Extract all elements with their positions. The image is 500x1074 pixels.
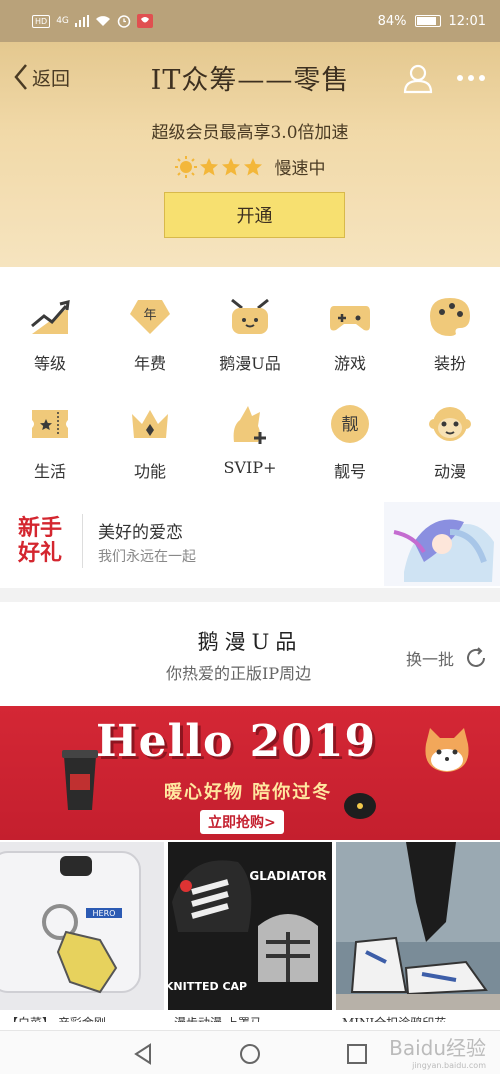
- monkey-icon: [429, 407, 471, 441]
- grid-item-label: 等级: [33, 354, 66, 373]
- pretty-number-icon: 靓: [331, 405, 369, 443]
- palette-icon: [430, 298, 470, 336]
- hello-2019-banner[interactable]: Hello 2019 暖心好物 陪你过冬 立即抢购>: [0, 706, 500, 840]
- app-notification-icon: [136, 14, 153, 28]
- star-icon: [243, 157, 262, 175]
- promo-subtitle: 我们永远在一起: [98, 549, 196, 565]
- grid-item-label: 装扮: [433, 354, 466, 373]
- grid-item-label: 靓号: [333, 462, 366, 481]
- product-card[interactable]: GLADIATOR KNITTED CAP 漫步动漫 上罩马: [168, 842, 332, 1022]
- more-icon[interactable]: [456, 74, 486, 82]
- grid-item-label: 游戏: [333, 354, 366, 373]
- banner-tagline: 暖心好物 陪你过冬: [164, 782, 333, 803]
- grid-item-game[interactable]: 游戏: [300, 280, 400, 380]
- refresh-icon: [467, 647, 485, 667]
- game-icon: [330, 306, 370, 331]
- product-card[interactable]: MINI全扣涂鸦印花: [336, 842, 500, 1022]
- svg-text:年: 年: [143, 308, 156, 323]
- grid-item-function[interactable]: 功能: [100, 388, 200, 488]
- newbie-promo[interactable]: 新手 好礼 美好的爱恋 我们永远在一起: [0, 500, 500, 588]
- grid-item-dressup[interactable]: 装扮: [400, 280, 500, 380]
- grid-item-label: 鹅漫U品: [219, 354, 281, 373]
- speed-status: 慢速中: [274, 159, 326, 179]
- banner-headline: Hello 2019: [96, 716, 377, 767]
- open-vip-button[interactable]: 开通: [164, 192, 345, 238]
- product-caption: 【白菜】 产彩金刚: [6, 1014, 106, 1022]
- product-caption: 漫步动漫 上罩马: [174, 1014, 262, 1022]
- grid-item-label: SVIP+: [223, 458, 277, 477]
- svg-text:靓: 靓: [342, 415, 359, 435]
- star-icon: [221, 157, 240, 175]
- signal-icon: [74, 15, 89, 27]
- speed-rating: 慢速中: [0, 154, 500, 179]
- svip-plus-icon: [233, 406, 266, 444]
- grid-item-anime[interactable]: 动漫: [400, 388, 500, 488]
- vip-header: 返回 IT众筹——零售 超级会员最高享3.0倍加速 慢速中 开通: [0, 42, 500, 267]
- battery-icon: [414, 15, 441, 27]
- grid-item-label: 动漫: [433, 462, 466, 481]
- crown-icon: [132, 410, 168, 438]
- refresh-label: 换一批: [405, 650, 454, 669]
- grid-item-svip-plus[interactable]: SVIP+: [200, 388, 300, 488]
- acceleration-subtitle: 超级会员最高享3.0倍加速: [151, 123, 349, 143]
- back-triangle-icon[interactable]: [132, 1043, 154, 1065]
- product-card[interactable]: HERO 【白菜】 产彩金刚: [0, 842, 164, 1022]
- svg-text:KNITTED CAP: KNITTED CAP: [168, 980, 247, 993]
- product-caption: MINI全扣涂鸦印花: [342, 1014, 446, 1022]
- grid-item-annual-fee[interactable]: 年 年费: [100, 280, 200, 380]
- annual-fee-icon: 年: [130, 300, 170, 334]
- level-icon: [31, 300, 70, 334]
- user-icon[interactable]: [402, 62, 434, 94]
- sneakers-image: [336, 842, 500, 1010]
- wifi-icon: [95, 16, 110, 26]
- battery-percent: 84%: [377, 13, 407, 29]
- grid-item-life[interactable]: 生活: [0, 388, 100, 488]
- promo-title: 美好的爱恋: [98, 523, 183, 543]
- refresh-batch-button[interactable]: 换一批: [406, 646, 488, 670]
- knitted-cap-image: GLADIATOR KNITTED CAP: [168, 842, 332, 1010]
- shiba-dog-image: [425, 728, 469, 772]
- star-icon: [199, 157, 218, 175]
- product-cards: HERO 【白菜】 产彩金刚 GLADIATOR KNITTED CAP 漫步动…: [0, 842, 500, 1022]
- grid-item-label: 功能: [133, 462, 166, 481]
- newbie-gift-logo: 新手 好礼: [18, 515, 63, 566]
- grid-item-pretty-number[interactable]: 靓 靓号: [300, 388, 400, 488]
- status-bar: HD 4G 84% 12:01: [0, 0, 500, 42]
- recents-square-icon[interactable]: [346, 1043, 368, 1065]
- alarm-icon: [117, 15, 131, 28]
- home-circle-icon[interactable]: [239, 1043, 261, 1065]
- black-pet-image: [344, 793, 376, 819]
- svg-text:GLADIATOR: GLADIATOR: [249, 869, 326, 883]
- section-gap: [0, 588, 500, 602]
- grid-item-label: 生活: [33, 462, 66, 481]
- grid-item-level[interactable]: 等级: [0, 280, 100, 380]
- baidu-watermark: Baidu经验 jingyan.baidu.com: [389, 1036, 486, 1070]
- ego-shop-icon: [231, 298, 269, 334]
- feature-grid: 等级 年 年费 鹅漫U品 游戏 装扮 生活 功能 SVIP+ 靓 靓号 动漫: [0, 280, 500, 500]
- divider: [82, 514, 83, 568]
- section-subtitle: 你热爱的正版IP周边: [166, 664, 312, 683]
- clock: 12:01: [448, 13, 486, 29]
- sun-icon: [174, 155, 197, 178]
- phone-ring-image: HERO: [0, 842, 164, 1010]
- signal-indicator: 4G: [56, 16, 69, 26]
- svg-text:HERO: HERO: [93, 909, 116, 918]
- ticket-icon: [32, 410, 68, 438]
- buy-now-button[interactable]: 立即抢购>: [200, 810, 284, 834]
- anime-character-image: [384, 502, 500, 586]
- network-badge: HD: [32, 14, 51, 28]
- grid-item-ego-shop[interactable]: 鹅漫U品: [200, 280, 300, 380]
- grid-item-label: 年费: [133, 354, 166, 373]
